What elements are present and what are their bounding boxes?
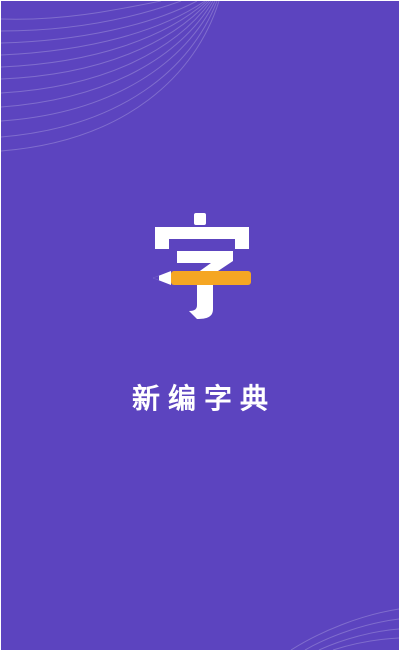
character-with-pencil-icon bbox=[153, 213, 251, 319]
app-name: 新编字典 bbox=[131, 382, 276, 415]
splash-screen: 新编字典 bbox=[1, 1, 399, 650]
decorative-waves bbox=[1, 1, 399, 650]
